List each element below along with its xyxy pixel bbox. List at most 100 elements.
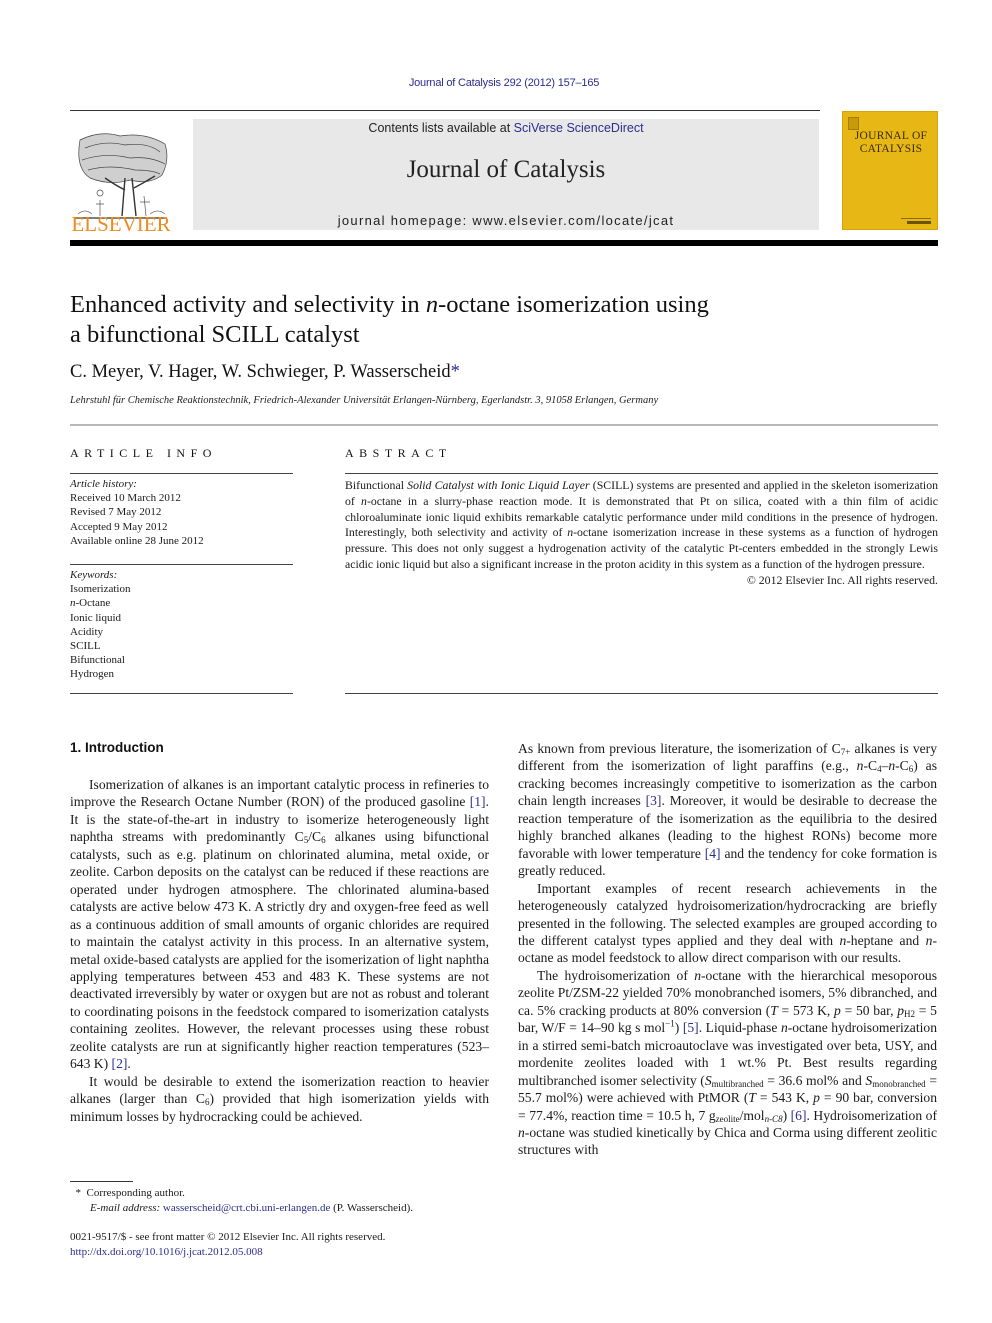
text: The hydroisomerization of: [537, 967, 695, 983]
article-info-rule: [70, 473, 293, 474]
italic: n: [694, 967, 701, 983]
text: = 36.6 mol% and: [763, 1072, 866, 1088]
cover-divider: [901, 218, 931, 219]
keyword-item: Isomerization: [70, 583, 131, 596]
keyword-item: SCILL: [70, 640, 101, 653]
issn-line: 0021-9517/$ - see front matter © 2012 El…: [70, 1231, 386, 1243]
affiliation: Lehrstuhl für Chemische Reaktionstechnik…: [70, 395, 659, 406]
journal-name: Journal of Catalysis: [406, 156, 606, 183]
text: -C: [895, 758, 909, 774]
keyword-text: -Octane: [75, 597, 111, 610]
reference-link[interactable]: [3]: [646, 793, 662, 808]
abstract-body: Bifunctional Solid Catalyst with Ionic L…: [345, 478, 938, 589]
italic: T: [748, 1090, 756, 1106]
title-line2: a bifunctional SCILL catalyst: [70, 321, 360, 348]
subscript: n-C8: [764, 1113, 783, 1124]
keyword-item: Hydrogen: [70, 668, 114, 681]
text: -octane was studied kinetically by Chica…: [518, 1124, 937, 1158]
body-column-left: Isomerization of alkanes is an important…: [70, 776, 489, 1125]
keyword-item: Bifunctional: [70, 654, 125, 667]
title-italic: n: [425, 291, 439, 318]
keywords-label: Keywords:: [70, 569, 118, 581]
history-received: Received 10 March 2012: [70, 492, 181, 505]
title-part2: -octane isomerization using: [438, 291, 709, 318]
italic: p: [834, 1002, 841, 1018]
corresponding-author-link[interactable]: *: [451, 362, 460, 382]
author-list: C. Meyer, V. Hager, W. Schwieger, P. Was…: [70, 362, 460, 383]
article-info-heading: ARTICLE INFO: [70, 446, 217, 460]
footnote-mark: *: [75, 1187, 82, 1199]
text: As known from previous literature, the i…: [518, 741, 841, 756]
contents-prefix: Contents lists available at: [368, 121, 514, 135]
text: Isomerization of alkanes is an important…: [70, 777, 489, 810]
abstract-copyright: © 2012 Elsevier Inc. All rights reserved…: [746, 572, 938, 587]
italic: S: [704, 1072, 712, 1088]
text: . Liquid-phase: [698, 1020, 781, 1036]
superscript: −1: [665, 1018, 675, 1029]
history-online: Available online 28 June 2012: [70, 534, 204, 547]
subscript: zeolite: [715, 1113, 740, 1124]
email-link[interactable]: wasserscheid@crt.cbi.uni-erlangen.de: [163, 1202, 330, 1214]
keyword-item: Acidity: [70, 625, 103, 638]
text: /mol: [739, 1107, 765, 1123]
corresponding-author-footnote: * Corresponding author. E-mail address: …: [70, 1186, 413, 1216]
journal-homepage[interactable]: journal homepage: www.elsevier.com/locat…: [193, 213, 819, 228]
header-top-rule: [70, 110, 820, 111]
cover-title-line2: CATALYSIS: [859, 143, 923, 155]
cover-publisher-mark: [907, 221, 931, 224]
text: = 50 bar,: [840, 1002, 898, 1018]
email-suffix: (P. Wasserscheid).: [330, 1202, 413, 1214]
text: ): [674, 1020, 683, 1036]
journal-cover-thumbnail: JOURNAL OF CATALYSIS: [842, 111, 938, 230]
title-part1: Enhanced activity and selectivity in: [70, 291, 426, 318]
italic: n: [780, 1020, 788, 1036]
article-title: Enhanced activity and selectivity in n-o…: [70, 290, 810, 350]
reference-link[interactable]: [6]: [791, 1108, 807, 1123]
abstract-heading: ABSTRACT: [345, 446, 452, 460]
italic: T: [770, 1002, 778, 1018]
footnote-rule: [70, 1181, 133, 1182]
abstract-text: Bifunctional: [345, 478, 408, 492]
history-revised: Revised 7 May 2012: [70, 506, 162, 519]
article-history: Article history: Received 10 March 2012 …: [70, 477, 204, 548]
authors-text: C. Meyer, V. Hager, W. Schwieger, P. Was…: [70, 362, 451, 382]
text: = 543 K,: [755, 1090, 814, 1106]
text: ): [782, 1107, 791, 1123]
text: /C: [308, 829, 322, 845]
article-info-bottom-rule: [70, 693, 293, 694]
subscript: multibranched: [711, 1078, 764, 1089]
history-label: Article history:: [70, 478, 137, 490]
paragraph: It would be desirable to extend the isom…: [70, 1073, 489, 1125]
journal-citation-link[interactable]: Journal of Catalysis 292 (2012) 157–165: [0, 77, 992, 89]
section-heading-introduction: 1. Introduction: [70, 740, 164, 755]
history-accepted: Accepted 9 May 2012: [70, 520, 168, 533]
elsevier-wordmark: ELSEVIER: [71, 212, 171, 236]
title-divider: [70, 424, 938, 426]
footnote-line: * Corresponding author.: [70, 1186, 413, 1201]
contents-line: Contents lists available at SciVerse Sci…: [193, 121, 819, 135]
body-column-right: As known from previous literature, the i…: [518, 740, 937, 1159]
cover-title-line1: JOURNAL OF: [854, 130, 928, 142]
text: alkanes using bifunctional catalysts, su…: [70, 829, 489, 1072]
text: = 573 K,: [777, 1002, 835, 1018]
keywords-rule: [70, 564, 293, 565]
reference-link[interactable]: [2]: [112, 1056, 128, 1071]
italic: n: [518, 1124, 525, 1140]
doi-link[interactable]: http://dx.doi.org/10.1016/j.jcat.2012.05…: [70, 1246, 263, 1258]
cover-title: JOURNAL OF CATALYSIS: [843, 130, 939, 156]
keyword-item: n-Octane: [70, 596, 130, 610]
abstract-italic: Solid Catalyst with Ionic Liquid Layer: [407, 478, 590, 492]
paragraph: The hydroisomerization of n-octane with …: [518, 967, 937, 1159]
text: -C: [863, 758, 878, 774]
subscript: 7+: [840, 747, 851, 757]
keyword-item: Ionic liquid: [70, 611, 122, 624]
sciencedirect-link[interactable]: SciVerse ScienceDirect: [514, 121, 644, 135]
italic: p: [813, 1090, 820, 1106]
text: -heptane and: [846, 932, 926, 948]
subscript: monobranched: [872, 1078, 926, 1089]
reference-link[interactable]: [4]: [705, 846, 721, 861]
reference-link[interactable]: [5]: [683, 1020, 699, 1035]
paragraph: As known from previous literature, the i…: [518, 740, 937, 880]
reference-link[interactable]: [1]: [470, 794, 486, 809]
abstract-rule: [345, 473, 938, 474]
